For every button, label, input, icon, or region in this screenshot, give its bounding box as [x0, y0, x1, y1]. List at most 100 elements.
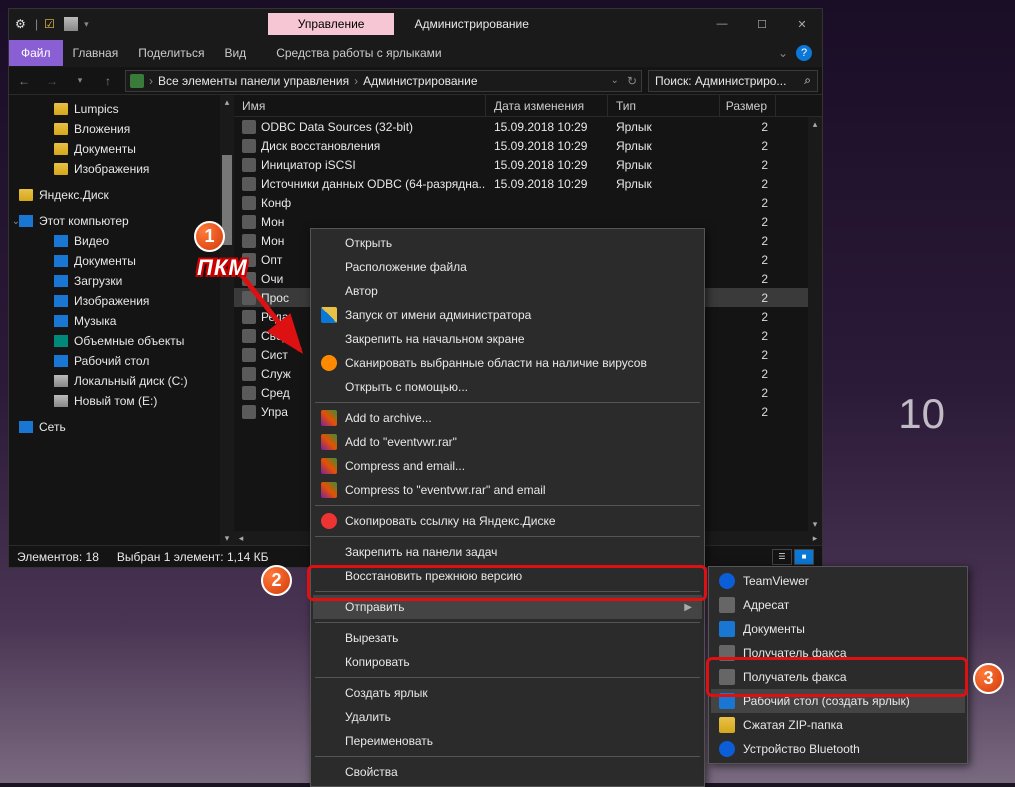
folder-icon: [54, 103, 68, 115]
ctx-copy-yandex[interactable]: Скопировать ссылку на Яндекс.Диске: [313, 509, 702, 533]
close-button[interactable]: ✕: [782, 9, 822, 39]
sidebar-item[interactable]: Локальный диск (C:): [9, 371, 234, 391]
ctx-compress-rar-email[interactable]: Compress to "eventvwr.rar" and email: [313, 478, 702, 502]
sidebar-item-label: Документы: [74, 254, 136, 268]
sub-bluetooth[interactable]: Устройство Bluetooth: [711, 737, 965, 761]
pathbar: ← → ▾ ↑ › Все элементы панели управления…: [9, 67, 822, 95]
sidebar-item[interactable]: Вложения: [9, 119, 234, 139]
table-row[interactable]: Источники данных ODBC (64-разрядна...15.…: [234, 174, 822, 193]
ctx-pin-start[interactable]: Закрепить на начальном экране: [313, 327, 702, 351]
ctx-compress-email[interactable]: Compress and email...: [313, 454, 702, 478]
ctx-add-archive[interactable]: Add to archive...: [313, 406, 702, 430]
control-panel-icon: [130, 74, 144, 88]
ctx-properties[interactable]: Свойства: [313, 760, 702, 784]
qat-dropdown-icon[interactable]: ▾: [84, 19, 89, 30]
menu-share[interactable]: Поделиться: [128, 40, 214, 66]
column-name[interactable]: Имя: [234, 95, 486, 116]
table-row[interactable]: Инициатор iSCSI15.09.2018 10:29Ярлык2: [234, 155, 822, 174]
sub-documents[interactable]: Документы: [711, 617, 965, 641]
ctx-open[interactable]: Открыть: [313, 231, 702, 255]
file-date: 15.09.2018 10:29: [486, 120, 608, 134]
sidebar-item[interactable]: Lumpics: [9, 99, 234, 119]
file-name: Мон: [261, 234, 284, 248]
nav-back-button[interactable]: ←: [13, 70, 35, 92]
file-name: Упра: [261, 405, 288, 419]
folder-icon: [54, 355, 68, 367]
scroll-up-icon[interactable]: ▴: [808, 117, 822, 131]
column-size[interactable]: Размер: [720, 95, 776, 116]
search-icon: ⌕: [804, 73, 811, 88]
ctx-copy[interactable]: Копировать: [313, 650, 702, 674]
nav-up-button[interactable]: ↑: [97, 70, 119, 92]
table-row[interactable]: ODBC Data Sources (32-bit)15.09.2018 10:…: [234, 117, 822, 136]
ctx-rename[interactable]: Переименовать: [313, 729, 702, 753]
breadcrumb[interactable]: › Все элементы панели управления › Админ…: [125, 70, 642, 92]
ctx-run-as-admin[interactable]: Запуск от имени администратора: [313, 303, 702, 327]
ctx-pin-taskbar[interactable]: Закрепить на панели задач: [313, 540, 702, 564]
ctx-send-to[interactable]: Отправить▶: [313, 595, 702, 619]
ctx-cut[interactable]: Вырезать: [313, 626, 702, 650]
column-type[interactable]: Тип: [608, 95, 720, 116]
sub-fax-2[interactable]: Получатель факса: [711, 665, 965, 689]
sidebar-item[interactable]: Изображения: [9, 291, 234, 311]
sub-desktop-shortcut[interactable]: Рабочий стол (создать ярлык): [711, 689, 965, 713]
table-row[interactable]: Диск восстановления15.09.2018 10:29Ярлык…: [234, 136, 822, 155]
scroll-down-icon[interactable]: ▾: [808, 517, 822, 531]
maximize-button[interactable]: ☐: [742, 9, 782, 39]
table-row[interactable]: Конф2: [234, 193, 822, 212]
search-input[interactable]: Поиск: Администриро... ⌕: [648, 70, 818, 92]
file-name: Диск восстановления: [261, 139, 380, 153]
sidebar-item[interactable]: Музыка: [9, 311, 234, 331]
sidebar-item[interactable]: Изображения: [9, 159, 234, 179]
status-item-count: Элементов: 18: [17, 550, 99, 564]
sidebar-item-label: Изображения: [74, 162, 149, 176]
menu-view[interactable]: Вид: [214, 40, 256, 66]
file-type: Ярлык: [608, 139, 720, 153]
sub-teamviewer[interactable]: TeamViewer: [711, 569, 965, 593]
gear-icon: ⚙: [15, 17, 29, 31]
titlebar: ⚙ | ☑ ▾ Управление Администрирование — ☐…: [9, 9, 822, 39]
menu-home[interactable]: Главная: [63, 40, 129, 66]
scroll-down-icon[interactable]: ▾: [220, 531, 234, 545]
nav-history-icon[interactable]: ▾: [69, 70, 91, 92]
scroll-up-icon[interactable]: ▴: [220, 95, 234, 109]
ctx-add-rar[interactable]: Add to "eventvwr.rar": [313, 430, 702, 454]
breadcrumb-item[interactable]: Администрирование: [363, 74, 477, 88]
icons-view-button[interactable]: ■: [794, 549, 814, 565]
sub-fax[interactable]: Получатель факса: [711, 641, 965, 665]
details-view-button[interactable]: ☰: [772, 549, 792, 565]
ctx-scan-virus[interactable]: Сканировать выбранные области на наличие…: [313, 351, 702, 375]
nav-forward-button[interactable]: →: [41, 70, 63, 92]
ctx-create-shortcut[interactable]: Создать ярлык: [313, 681, 702, 705]
sidebar-item-label: Видео: [74, 234, 109, 248]
sub-addressee[interactable]: Адресат: [711, 593, 965, 617]
ctx-open-with[interactable]: Открыть с помощью...: [313, 375, 702, 399]
scroll-left-icon[interactable]: ◂: [234, 533, 248, 544]
sidebar-item[interactable]: Документы: [9, 139, 234, 159]
shield-icon: [321, 307, 337, 323]
help-icon[interactable]: ?: [796, 45, 812, 61]
sub-zip[interactable]: Сжатая ZIP-папка: [711, 713, 965, 737]
ctx-author[interactable]: Автор: [313, 279, 702, 303]
refresh-icon[interactable]: ↻: [621, 74, 637, 88]
ribbon-collapse-icon[interactable]: ⌄: [778, 46, 788, 60]
sidebar-item[interactable]: Новый том (E:): [9, 391, 234, 411]
breadcrumb-dropdown-icon[interactable]: ⌄: [611, 75, 619, 86]
manage-tab[interactable]: Управление: [268, 13, 395, 35]
column-date[interactable]: Дата изменения: [486, 95, 608, 116]
sidebar-item[interactable]: Объемные объекты: [9, 331, 234, 351]
sidebar-item[interactable]: Яндекс.Диск: [9, 185, 234, 205]
file-size: 2: [720, 120, 776, 134]
breadcrumb-item[interactable]: Все элементы панели управления: [158, 74, 349, 88]
minimize-button[interactable]: —: [702, 9, 742, 39]
main-scrollbar[interactable]: ▴ ▾: [808, 117, 822, 531]
ctx-restore[interactable]: Восстановить прежнюю версию: [313, 564, 702, 588]
scroll-right-icon[interactable]: ▸: [808, 533, 822, 544]
menu-file[interactable]: Файл: [9, 40, 63, 66]
menu-shortcut-tools[interactable]: Средства работы с ярлыками: [266, 40, 451, 66]
file-name: Сред: [261, 386, 290, 400]
ctx-delete[interactable]: Удалить: [313, 705, 702, 729]
sidebar-item[interactable]: Сеть: [9, 417, 234, 437]
sidebar-item[interactable]: Рабочий стол: [9, 351, 234, 371]
ctx-file-location[interactable]: Расположение файла: [313, 255, 702, 279]
